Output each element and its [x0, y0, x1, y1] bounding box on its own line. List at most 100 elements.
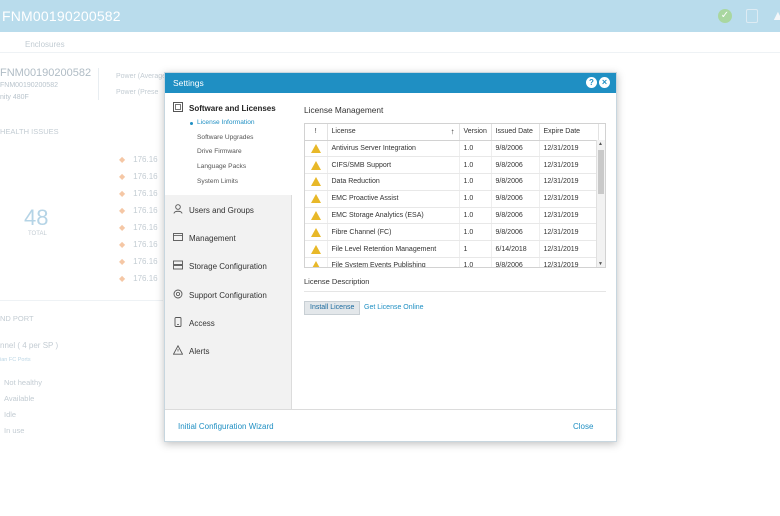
col-license[interactable]: License ↑	[327, 124, 460, 141]
port-title: ND PORT	[0, 314, 34, 323]
license-issued: 9/8/2006	[491, 207, 540, 225]
health-ip-item[interactable]: ◆ 176.16	[119, 172, 158, 181]
warning-icon	[310, 211, 321, 221]
sidebar-sub-language-packs[interactable]: Language Packs	[197, 163, 246, 170]
license-issued: 9/8/2006	[491, 190, 540, 208]
col-status[interactable]: !	[305, 124, 328, 141]
license-issued: 9/8/2006	[491, 173, 540, 191]
diamond-warning-icon: ◆	[119, 223, 126, 232]
health-ip-item[interactable]: ◆ 176.16	[119, 274, 158, 283]
dialog-title: Settings	[173, 78, 204, 88]
document-icon[interactable]	[746, 9, 758, 23]
table-scrollbar[interactable]: ▲ ▼	[596, 140, 605, 267]
diamond-warning-icon: ◆	[119, 155, 126, 164]
enclosures-tab[interactable]: Enclosures	[25, 40, 65, 49]
table-row[interactable]: EMC Proactive Assist 1.0 9/8/2006 12/31/…	[305, 190, 599, 208]
col-version[interactable]: Version	[459, 124, 492, 141]
diamond-warning-icon: ◆	[119, 189, 126, 198]
check-circle-icon[interactable]: ✓	[718, 9, 732, 23]
license-name: EMC Storage Analytics (ESA)	[327, 207, 460, 225]
table-row[interactable]: Antivirus Server Integration 1.0 9/8/200…	[305, 140, 599, 158]
health-ip-item[interactable]: ◆ 176.16	[119, 155, 158, 164]
col-expire-date[interactable]: Expire Date	[539, 124, 599, 141]
table-row[interactable]: Data Reduction 1.0 9/8/2006 12/31/2019	[305, 173, 599, 191]
warning-icon	[310, 143, 321, 153]
sidebar-item-users-groups[interactable]: Users and Groups	[173, 204, 254, 220]
health-ip-item[interactable]: ◆ 176.16	[119, 189, 158, 198]
license-name: File System Events Publishing	[327, 257, 460, 267]
support-icon	[173, 289, 183, 299]
license-name: Data Reduction	[327, 173, 460, 191]
health-issues-title: HEALTH ISSUES	[0, 127, 59, 136]
settings-dialog: Settings ? × Software and Licenses Licen…	[164, 72, 617, 442]
license-version: 1.0	[459, 257, 492, 267]
scroll-up-icon[interactable]: ▲	[598, 141, 603, 147]
col-issued-date[interactable]: Issued Date	[491, 124, 540, 141]
sidebar-item-software-licenses[interactable]: Software and Licenses	[173, 102, 276, 118]
sidebar-sub-license-information[interactable]: License Information	[190, 119, 255, 126]
diamond-warning-icon: ◆	[119, 206, 126, 215]
table-row[interactable]: File Level Retention Management 1 6/14/2…	[305, 240, 599, 259]
table-row[interactable]: EMC Storage Analytics (ESA) 1.0 9/8/2006…	[305, 207, 599, 225]
license-expire: 12/31/2019	[539, 223, 599, 242]
install-license-button[interactable]: Install License	[304, 301, 361, 315]
close-button[interactable]: Close	[573, 422, 593, 431]
sidebar-item-alerts[interactable]: Alerts	[173, 345, 209, 361]
license-name: CIFS/SMB Support	[327, 156, 460, 175]
license-version: 1.0	[459, 223, 492, 242]
warning-icon	[310, 261, 321, 267]
initial-configuration-wizard-link[interactable]: Initial Configuration Wizard	[178, 422, 274, 431]
sidebar-sub-system-limits[interactable]: System Limits	[197, 178, 238, 185]
users-icon	[173, 204, 183, 214]
license-name: File Level Retention Management	[327, 240, 460, 259]
license-version: 1.0	[459, 190, 492, 208]
table-row[interactable]: Fibre Channel (FC) 1.0 9/8/2006 12/31/20…	[305, 223, 599, 242]
health-ip-item[interactable]: ◆ 176.16	[119, 240, 158, 249]
sidebar-sub-drive-firmware[interactable]: Drive Firmware	[197, 148, 242, 155]
scroll-thumb[interactable]	[598, 150, 604, 194]
license-expire: 12/31/2019	[539, 140, 599, 158]
section-title: License Management	[304, 105, 384, 115]
health-ip-item[interactable]: ◆ 176.16	[119, 257, 158, 266]
table-row[interactable]: CIFS/SMB Support 1.0 9/8/2006 12/31/2019	[305, 156, 599, 175]
sidebar-item-management[interactable]: Management	[173, 232, 236, 248]
get-license-online-link[interactable]: Get License Online	[364, 304, 424, 311]
legend-idle: Idle	[4, 410, 17, 419]
total-label: TOTAL	[28, 231, 47, 237]
legend-available: Available	[4, 394, 35, 403]
warning-icon	[310, 227, 321, 237]
power-average-label: Power (Average	[116, 73, 167, 80]
license-issued: 9/8/2006	[491, 156, 540, 175]
system-model: nity 480F	[0, 94, 29, 101]
table-header-row: ! License ↑ Version Issued Date Expire Da…	[305, 124, 599, 141]
sidebar-item-storage-configuration[interactable]: Storage Configuration	[173, 260, 267, 276]
license-version: 1	[459, 240, 492, 259]
warning-icon	[310, 177, 321, 187]
close-icon[interactable]: ×	[599, 77, 610, 88]
sidebar-item-access[interactable]: Access	[173, 317, 215, 333]
channel-text: nnel ( 4 per SP )	[0, 341, 59, 350]
health-ip-item[interactable]: ◆ 176.16	[119, 223, 158, 232]
power-present-label: Power (Prese	[116, 89, 159, 96]
license-issued: 9/8/2006	[491, 223, 540, 242]
system-serial: FNM00190200582	[0, 82, 58, 89]
license-expire: 12/31/2019	[539, 156, 599, 175]
license-issued: 9/8/2006	[491, 140, 540, 158]
dialog-header: Settings ? ×	[165, 73, 616, 93]
alert-icon[interactable]: ▲	[771, 7, 780, 23]
health-ip-item[interactable]: ◆ 176.16	[119, 206, 158, 215]
app-header: FNM00190200582 ✓ ▲	[0, 0, 780, 32]
table-row[interactable]: File System Events Publishing 1.0 9/8/20…	[305, 257, 599, 267]
warning-icon	[310, 194, 321, 204]
help-icon[interactable]: ?	[586, 77, 597, 88]
divider	[304, 291, 606, 292]
diamond-warning-icon: ◆	[119, 240, 126, 249]
license-name: Fibre Channel (FC)	[327, 223, 460, 242]
sidebar-item-support-configuration[interactable]: Support Configuration	[173, 289, 267, 305]
license-description-title: License Description	[304, 277, 370, 286]
management-icon	[173, 233, 183, 241]
sidebar-sub-software-upgrades[interactable]: Software Upgrades	[197, 134, 253, 141]
scroll-down-icon[interactable]: ▼	[598, 261, 603, 267]
fc-ports-link[interactable]: ian FC Ports	[0, 357, 31, 363]
license-expire: 12/31/2019	[539, 240, 599, 259]
